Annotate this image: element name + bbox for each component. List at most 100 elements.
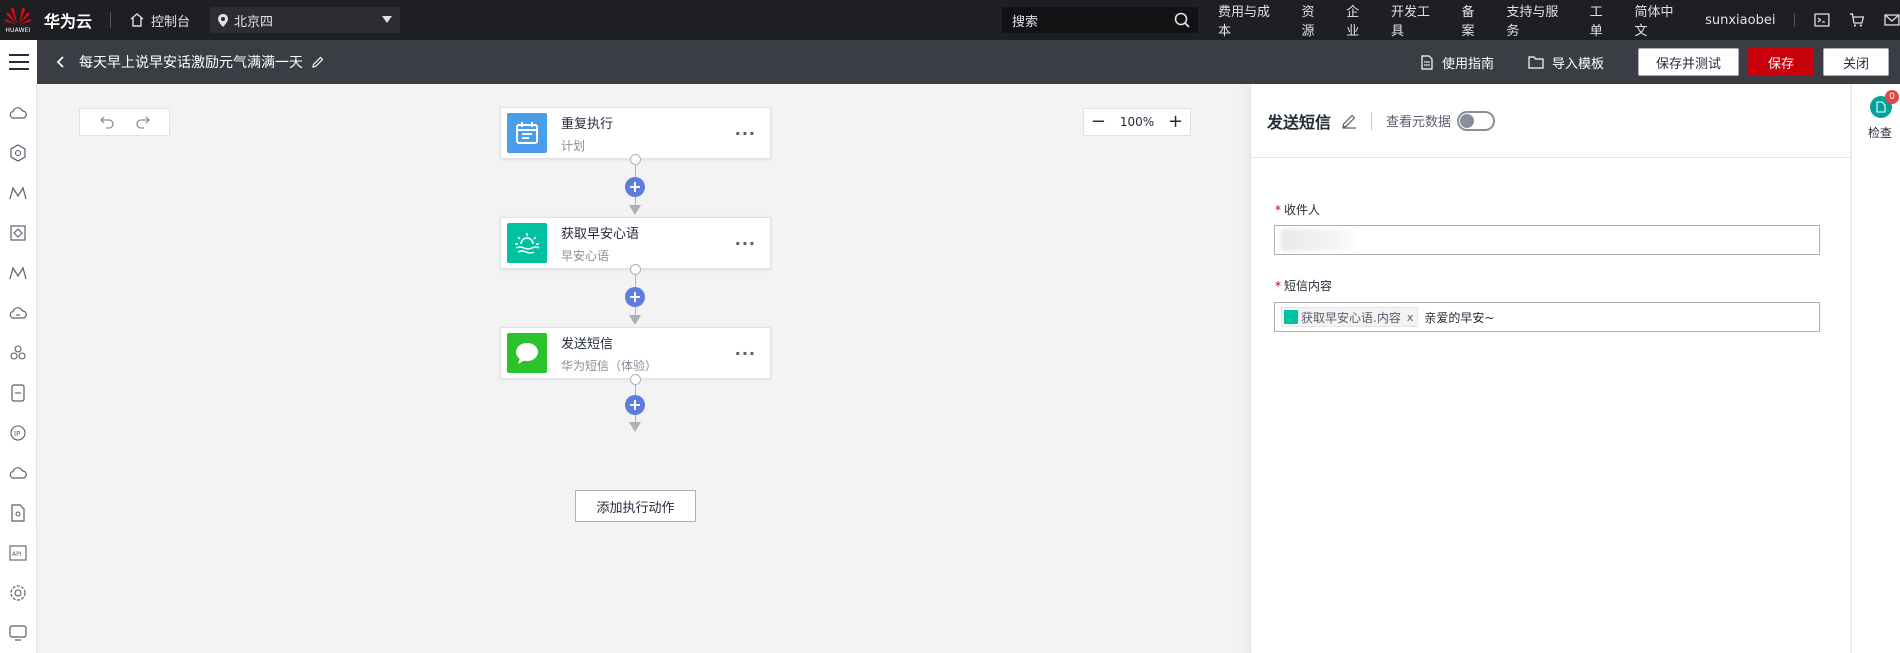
flow-node-schedule[interactable]: 重复执行 计划 ··· xyxy=(500,107,771,159)
flow-node-morning-quote[interactable]: 获取早安心语 早安心语 ··· xyxy=(500,217,771,269)
sunrise-icon xyxy=(1284,310,1298,324)
flow-node-send-sms[interactable]: 发送短信 华为短信（体验） ··· xyxy=(500,327,771,379)
monitor-icon[interactable] xyxy=(7,622,29,644)
console-label: 控制台 xyxy=(151,14,191,30)
huawei-logo[interactable]: HUAWEI xyxy=(0,0,36,40)
global-search-input[interactable]: 搜索 xyxy=(1002,7,1198,33)
recipient-input[interactable] xyxy=(1274,225,1820,255)
arrow-down-icon xyxy=(629,315,641,325)
redo-icon[interactable] xyxy=(135,115,151,129)
edit-pencil-icon[interactable] xyxy=(1341,113,1357,129)
terminal-icon[interactable] xyxy=(1814,12,1830,28)
zoom-level: 100% xyxy=(1119,115,1155,129)
brand-name[interactable]: 华为云 xyxy=(44,8,92,32)
nav-support[interactable]: 支持与服务 xyxy=(1506,1,1570,39)
more-options-icon[interactable]: ··· xyxy=(735,234,756,253)
cluster-icon[interactable] xyxy=(7,342,29,364)
save-and-test-button[interactable]: 保存并测试 xyxy=(1638,48,1739,76)
more-options-icon[interactable]: ··· xyxy=(735,124,756,143)
svg-text:API: API xyxy=(12,551,22,558)
logo-text: HUAWEI xyxy=(5,27,31,34)
close-icon[interactable]: x xyxy=(1407,311,1414,324)
nav-cost[interactable]: 费用与成本 xyxy=(1218,1,1282,39)
save-button[interactable]: 保存 xyxy=(1748,48,1814,76)
home-icon xyxy=(130,13,144,27)
nav-tickets[interactable]: 工单 xyxy=(1590,1,1616,39)
sms-content-input[interactable]: 获取早安心语.内容 x 亲爱的早安~ xyxy=(1274,302,1820,332)
connector-line xyxy=(635,197,636,205)
redacted-value xyxy=(1281,229,1361,251)
document-check-icon xyxy=(1876,101,1886,113)
guide-label: 使用指南 xyxy=(1441,56,1494,72)
guide-link[interactable]: 使用指南 xyxy=(1420,53,1494,72)
node-config-panel: 发送短信 查看元数据 * 收件人 * 短信内容 获取早安心语.内容 x 亲爱的早安~ xyxy=(1250,84,1850,653)
undo-redo-toolbar xyxy=(79,108,170,136)
wave-alt-service-icon[interactable] xyxy=(7,262,29,284)
region-selector[interactable]: 北京四 xyxy=(210,7,401,33)
diamond-service-icon[interactable] xyxy=(7,222,29,244)
top-navigation-bar: HUAWEI 华为云 控制台 北京四 搜索 费用与成本 资源 企业 开发工具 备… xyxy=(0,0,1900,40)
ip-icon[interactable]: IP xyxy=(7,422,29,444)
zoom-in-button[interactable]: + xyxy=(1168,113,1183,131)
close-button[interactable]: 关闭 xyxy=(1823,48,1889,76)
region-value: 北京四 xyxy=(234,14,274,30)
chevron-down-icon xyxy=(382,16,393,23)
connector-line xyxy=(635,385,636,395)
variable-chip[interactable]: 获取早安心语.内容 x xyxy=(1281,307,1419,327)
svg-text:IP: IP xyxy=(14,430,20,438)
add-step-button[interactable]: + xyxy=(625,395,645,415)
more-options-icon[interactable]: ··· xyxy=(735,344,756,363)
import-template-link[interactable]: 导入模板 xyxy=(1528,53,1604,72)
node-title: 重复执行 xyxy=(561,116,614,132)
back-arrow-icon[interactable] xyxy=(53,55,69,69)
nav-language[interactable]: 简体中文 xyxy=(1635,1,1687,39)
search-placeholder: 搜索 xyxy=(1012,14,1039,30)
wave-service-icon[interactable] xyxy=(7,182,29,204)
console-link[interactable]: 控制台 xyxy=(129,11,190,30)
connector-port[interactable] xyxy=(630,264,641,275)
connector-port[interactable] xyxy=(630,374,641,385)
nav-dev-tools[interactable]: 开发工具 xyxy=(1391,1,1443,39)
nav-enterprise[interactable]: 企业 xyxy=(1346,1,1372,39)
metadata-toggle[interactable] xyxy=(1457,110,1496,131)
nav-filing[interactable]: 备案 xyxy=(1462,1,1488,39)
arrow-down-icon xyxy=(629,205,641,215)
cloud-service-icon[interactable] xyxy=(7,102,29,124)
panel-title: 发送短信 xyxy=(1267,112,1332,132)
api-icon[interactable]: API xyxy=(7,542,29,564)
database-icon[interactable] xyxy=(7,382,29,404)
check-badge: 0 xyxy=(1885,90,1899,104)
location-pin-icon xyxy=(218,13,229,27)
edit-pencil-icon[interactable] xyxy=(311,55,325,69)
add-step-button[interactable]: + xyxy=(625,287,645,307)
service-sidebar: IP API xyxy=(0,84,37,653)
zoom-out-button[interactable]: − xyxy=(1091,113,1106,131)
flow-title: 每天早上说早安话激励元气满满一天 xyxy=(79,52,325,72)
sunrise-icon xyxy=(507,223,547,263)
add-step-button[interactable]: + xyxy=(625,177,645,197)
nav-divider xyxy=(1794,13,1796,27)
metadata-label: 查看元数据 xyxy=(1386,115,1452,130)
nav-username[interactable]: sunxiaobei xyxy=(1705,13,1775,28)
nav-resources[interactable]: 资源 xyxy=(1301,1,1327,39)
top-nav-menu: 费用与成本 资源 企业 开发工具 备案 支持与服务 工单 简体中文 sunxia… xyxy=(1218,0,1900,40)
hexagon-service-icon[interactable] xyxy=(7,142,29,164)
document-icon xyxy=(1421,54,1433,70)
menu-icon[interactable] xyxy=(0,40,37,84)
recipient-label: * 收件人 xyxy=(1275,203,1321,217)
add-action-button[interactable]: 添加执行动作 xyxy=(575,490,696,522)
search-icon[interactable] xyxy=(1174,12,1190,28)
import-template-label: 导入模板 xyxy=(1551,56,1604,72)
cart-icon[interactable] xyxy=(1849,12,1865,28)
file-service-icon[interactable] xyxy=(7,502,29,524)
settings-service-icon[interactable] xyxy=(7,582,29,604)
connector-port[interactable] xyxy=(630,154,641,165)
connector-line xyxy=(635,165,636,177)
check-label[interactable]: 检查 xyxy=(1868,124,1892,141)
cloud-network-icon[interactable] xyxy=(7,462,29,484)
chip-label: 获取早安心语.内容 xyxy=(1301,310,1401,325)
right-rail: 0 检查 xyxy=(1851,84,1900,653)
cloud-sync-icon[interactable] xyxy=(7,302,29,324)
mail-icon[interactable] xyxy=(1884,12,1900,28)
undo-icon[interactable] xyxy=(99,115,115,129)
